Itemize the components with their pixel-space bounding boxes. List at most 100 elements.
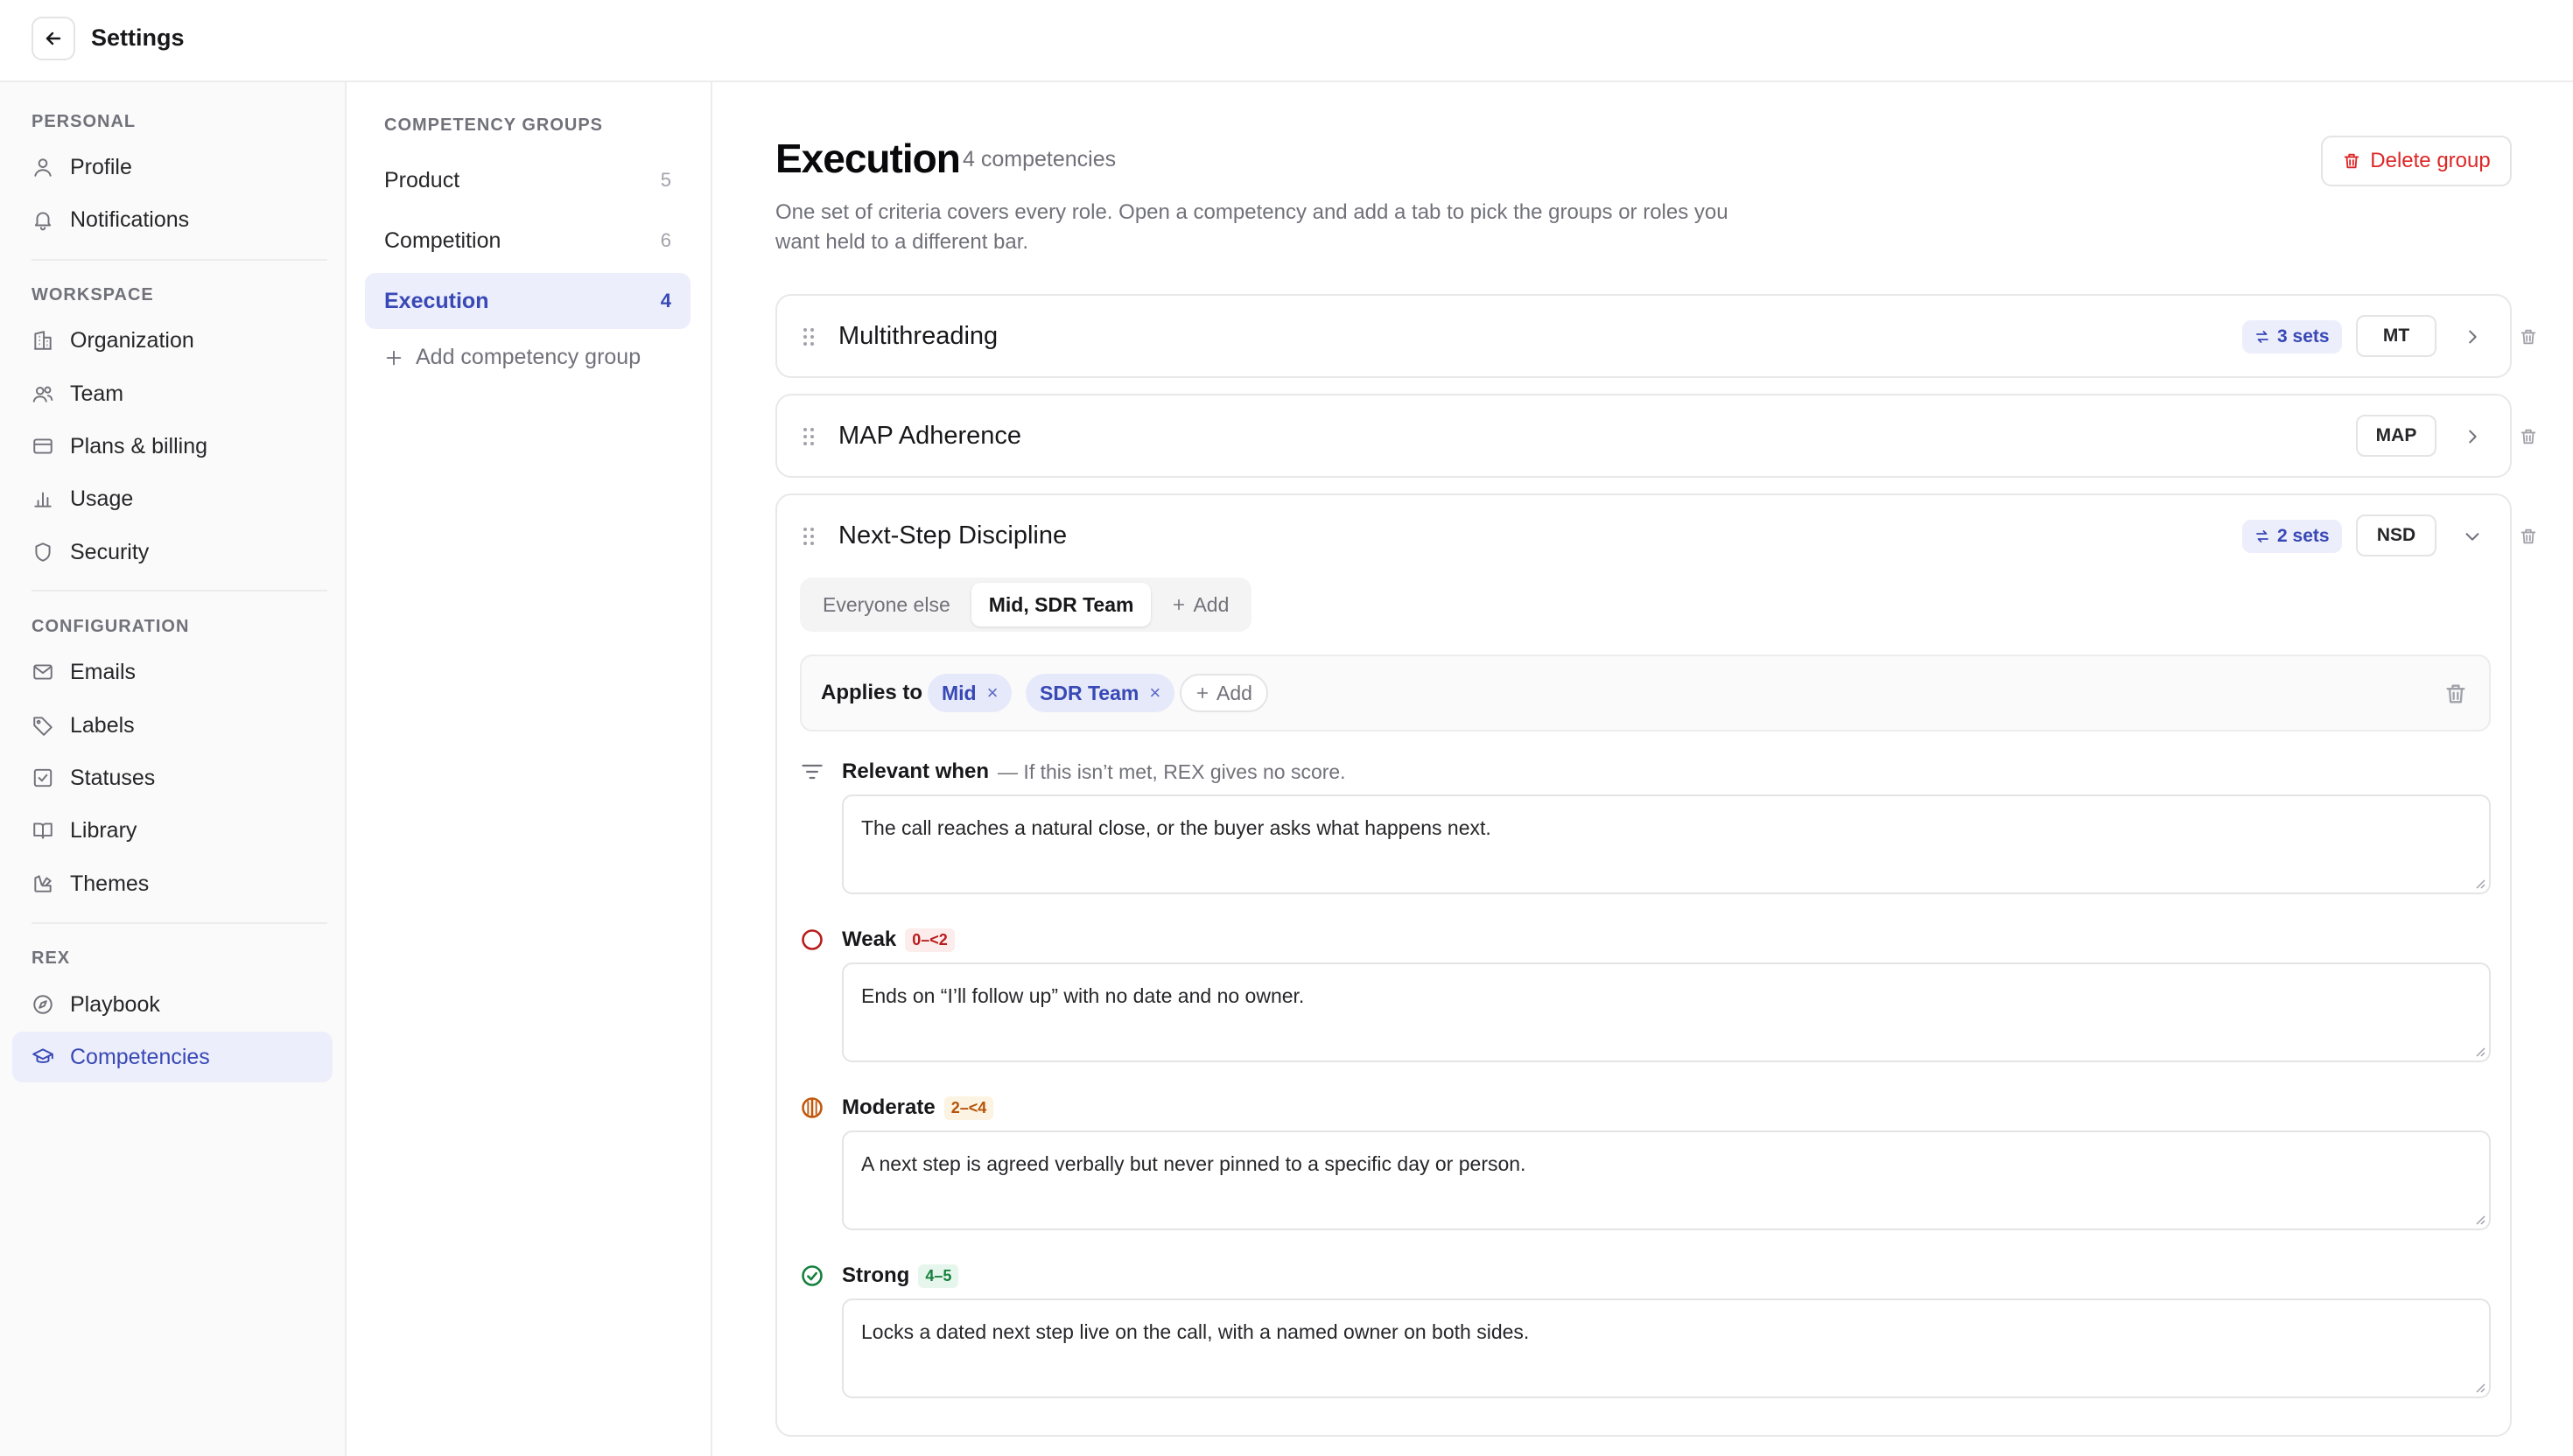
sidebar-item-library[interactable]: Library xyxy=(12,805,333,856)
competency-groups-label: COMPETENCY GROUPS xyxy=(384,116,603,135)
sidebar-item-label: Emails xyxy=(70,659,137,684)
group-item-competition[interactable]: Competition 6 xyxy=(365,213,691,269)
weak-textarea[interactable]: Ends on “I’ll follow up” with no date an… xyxy=(842,962,2491,1062)
trash-icon xyxy=(2520,429,2536,444)
book-icon xyxy=(33,822,53,839)
sidebar-item-notifications[interactable]: Notifications xyxy=(12,194,333,245)
tab-everyone-else[interactable]: Everyone else xyxy=(805,583,968,626)
strong-title: Strong 4–5 xyxy=(842,1264,959,1288)
sidebar-item-themes[interactable]: Themes xyxy=(12,858,333,909)
remove-chip-button[interactable]: × xyxy=(987,682,999,704)
sidebar-item-emails[interactable]: Emails xyxy=(12,647,333,697)
moderate-range-badge: 2–<4 xyxy=(943,1096,994,1120)
sets-badge[interactable]: 2 sets xyxy=(2242,520,2342,553)
criteria-set-tabs: Everyone else Mid, SDR Team Add xyxy=(800,578,1252,632)
chevron-right-icon xyxy=(2469,430,2477,444)
page-title: Execution xyxy=(775,136,961,181)
chip-label: SDR Team xyxy=(1040,681,1139,704)
tab-mid-sdr-team[interactable]: Mid, SDR Team xyxy=(971,583,1152,626)
users-icon xyxy=(32,386,53,402)
back-button[interactable] xyxy=(32,17,75,60)
sidebar-item-usage[interactable]: Usage xyxy=(12,473,333,524)
relevant-when-text: The call reaches a natural close, or the… xyxy=(861,816,1491,839)
resize-handle-icon[interactable] xyxy=(2473,1213,2485,1225)
group-item-count: 4 xyxy=(660,290,671,312)
competency-card-multithreading: Multithreading 3 sets MT xyxy=(775,294,2536,378)
moderate-textarea[interactable]: A next step is agreed verbally but never… xyxy=(842,1130,2491,1230)
competency-card-map-adherence: MAP Adherence MAP xyxy=(775,394,2536,478)
expand-button[interactable] xyxy=(2457,422,2487,452)
competency-header[interactable]: Multithreading 3 sets MT xyxy=(777,296,2536,378)
delete-competency-button[interactable] xyxy=(2513,422,2543,452)
sidebar-item-labels[interactable]: Labels xyxy=(12,700,333,751)
drag-handle-icon[interactable] xyxy=(802,526,816,547)
add-tab-button[interactable]: Add xyxy=(1154,583,1246,626)
resize-handle-icon[interactable] xyxy=(2473,1045,2485,1057)
sidebar-item-playbook[interactable]: Playbook xyxy=(12,979,333,1030)
remove-chip-button[interactable]: × xyxy=(1149,682,1160,704)
competency-name: Next-Step Discipline xyxy=(838,522,1068,550)
strong-label: Strong xyxy=(842,1264,910,1287)
delete-competency-button[interactable] xyxy=(2513,322,2543,352)
trash-icon[interactable] xyxy=(2443,681,2468,707)
sidebar-item-profile[interactable]: Profile xyxy=(12,142,333,192)
sets-badge[interactable]: 3 sets xyxy=(2242,320,2342,354)
sidebar-item-label: Labels xyxy=(70,712,135,738)
group-item-execution[interactable]: Execution 4 xyxy=(365,273,691,329)
sidebar-item-label: Statuses xyxy=(70,765,156,790)
strong-range-badge: 4–5 xyxy=(918,1264,959,1288)
competency-count: 4 competencies xyxy=(963,147,1117,172)
sidebar-item-competencies[interactable]: Competencies xyxy=(12,1032,333,1082)
applies-to-row: Applies to Mid × SDR Team × Add xyxy=(800,654,2491,732)
competency-code[interactable]: NSD xyxy=(2356,514,2436,556)
sidebar-item-label: Notifications xyxy=(70,206,190,232)
add-applies-to-button[interactable]: Add xyxy=(1180,674,1268,712)
sidebar-divider xyxy=(32,590,327,592)
group-item-count: 6 xyxy=(660,229,671,251)
collapse-button[interactable] xyxy=(2457,522,2487,551)
sidebar-item-organization[interactable]: Organization xyxy=(12,315,333,366)
sidebar-item-team[interactable]: Team xyxy=(12,368,333,419)
group-item-product[interactable]: Product 5 xyxy=(365,152,691,208)
relevant-when-textarea[interactable]: The call reaches a natural close, or the… xyxy=(842,794,2491,894)
delete-group-button[interactable]: Delete group xyxy=(2321,136,2512,186)
sidebar-item-label: Usage xyxy=(70,486,134,511)
building-icon xyxy=(34,331,52,350)
competency-code[interactable]: MT xyxy=(2356,315,2436,357)
arrow-left-icon xyxy=(46,32,61,46)
sidebar-divider xyxy=(32,259,327,261)
drag-handle-icon[interactable] xyxy=(802,326,816,347)
compass-icon xyxy=(33,995,53,1014)
weak-range-badge: 0–<2 xyxy=(905,928,955,952)
trash-icon xyxy=(2520,528,2536,544)
competency-header[interactable]: MAP Adherence MAP xyxy=(777,396,2536,478)
delete-competency-button[interactable] xyxy=(2513,522,2543,551)
competency-header[interactable]: Next-Step Discipline 2 sets NSD xyxy=(777,495,2536,578)
sidebar-item-label: Library xyxy=(70,817,137,843)
drag-handle-icon[interactable] xyxy=(802,426,816,447)
bell-icon xyxy=(34,212,52,231)
resize-handle-icon[interactable] xyxy=(2473,877,2485,889)
sidebar-item-security[interactable]: Security xyxy=(12,527,333,578)
sidebar-item-plans-billing[interactable]: Plans & billing xyxy=(12,421,333,472)
group-item-label: Product xyxy=(384,167,460,192)
trash-icon xyxy=(2345,153,2359,169)
strong-text: Locks a dated next step live on the call… xyxy=(861,1320,1530,1343)
expand-button[interactable] xyxy=(2457,322,2487,352)
strong-section: Strong 4–5 Locks a dated next step live … xyxy=(800,1264,2491,1400)
sidebar-item-label: Organization xyxy=(70,327,194,353)
competency-code[interactable]: MAP xyxy=(2356,415,2436,457)
sidebar-item-statuses[interactable]: Statuses xyxy=(12,752,333,803)
add-competency-group-button[interactable]: Add competency group xyxy=(384,345,641,370)
chevron-right-icon xyxy=(2469,330,2477,344)
resize-handle-icon[interactable] xyxy=(2473,1381,2485,1393)
check-square-icon xyxy=(33,768,53,788)
moderate-section: Moderate 2–<4 A next step is agreed verb… xyxy=(800,1096,2491,1232)
graduation-cap-icon xyxy=(32,1048,53,1063)
sidebar-item-label: Team xyxy=(70,381,124,406)
moderate-title: Moderate 2–<4 xyxy=(842,1096,994,1120)
competency-card-next-step-discipline: Next-Step Discipline 2 sets NSD Everyone… xyxy=(775,494,2536,1437)
palette-icon xyxy=(34,875,52,892)
strong-textarea[interactable]: Locks a dated next step live on the call… xyxy=(842,1298,2491,1398)
main-content: Execution 4 competencies One set of crit… xyxy=(712,82,2573,1456)
